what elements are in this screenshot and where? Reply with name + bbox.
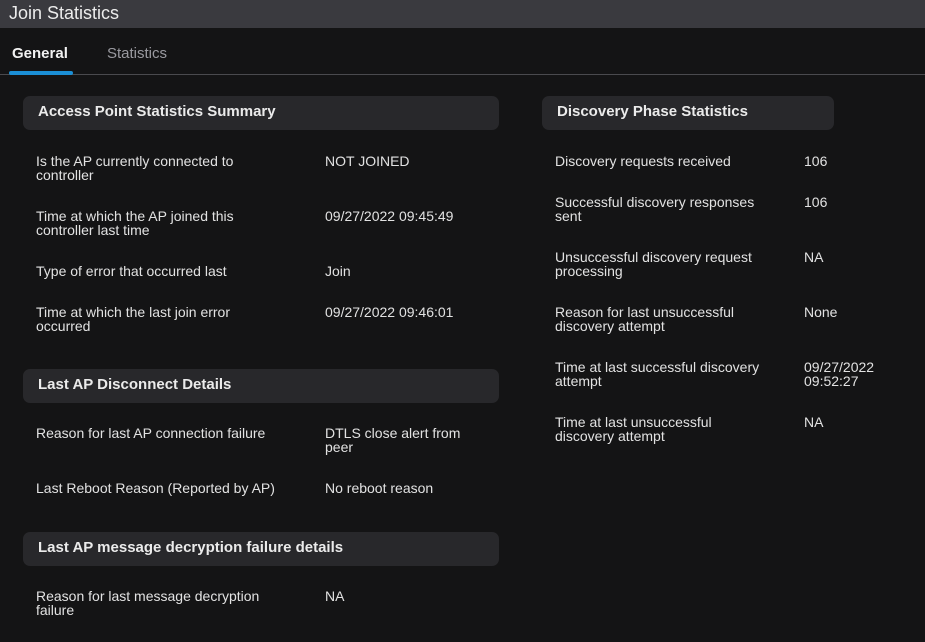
window-title: Join Statistics	[0, 0, 925, 28]
connection-failure-reason-label: Reason for last AP connection failure	[36, 425, 266, 441]
decryption-failure-reason-label: Reason for last message decryption failu…	[36, 588, 260, 618]
tab-statistics[interactable]: Statistics	[107, 45, 167, 62]
discovery-requests-label: Discovery requests received	[555, 153, 731, 169]
active-tab-indicator	[9, 71, 73, 75]
discovery-requests-value: 106	[804, 153, 828, 169]
error-type-value: Join	[325, 263, 351, 279]
section-header-ap-summary: Access Point Statistics Summary	[23, 96, 499, 130]
join-error-time-value: 09/27/2022 09:46:01	[325, 304, 454, 320]
last-successful-discovery-label: Time at last successful discovery attemp…	[555, 359, 760, 389]
tab-bar: General Statistics	[0, 28, 925, 75]
last-unsuccessful-discovery-value: NA	[804, 414, 824, 430]
ap-connected-value: NOT JOINED	[325, 153, 410, 169]
unsuccessful-discovery-label: Unsuccessful discovery request processin…	[555, 249, 752, 279]
connection-failure-reason-value: DTLS close alert from peer	[325, 425, 461, 455]
section-header-disconnect: Last AP Disconnect Details	[23, 369, 499, 403]
join-error-time-label: Time at which the last join error occurr…	[36, 304, 230, 334]
last-unsuccessful-discovery-label: Time at last unsuccessful discovery atte…	[555, 414, 712, 444]
decryption-failure-reason-value: NA	[325, 588, 345, 604]
reboot-reason-label: Last Reboot Reason (Reported by AP)	[36, 480, 275, 496]
discovery-responses-label: Successful discovery responses sent	[555, 194, 755, 224]
reboot-reason-value: No reboot reason	[325, 480, 434, 496]
ap-joined-time-label: Time at which the AP joined this control…	[36, 208, 234, 238]
discovery-responses-value: 106	[804, 194, 828, 210]
error-type-label: Type of error that occurred last	[36, 263, 227, 279]
unsuccessful-reason-value: None	[804, 304, 838, 320]
section-header-discovery: Discovery Phase Statistics	[542, 96, 834, 130]
last-successful-discovery-value: 09/27/2022 09:52:27	[804, 359, 875, 389]
tab-general[interactable]: General	[12, 45, 68, 62]
ap-joined-time-value: 09/27/2022 09:45:49	[325, 208, 454, 224]
section-header-decryption: Last AP message decryption failure detai…	[23, 532, 499, 566]
unsuccessful-reason-label: Reason for last unsuccessful discovery a…	[555, 304, 734, 334]
unsuccessful-discovery-value: NA	[804, 249, 824, 265]
ap-connected-label: Is the AP currently connected to control…	[36, 153, 234, 183]
